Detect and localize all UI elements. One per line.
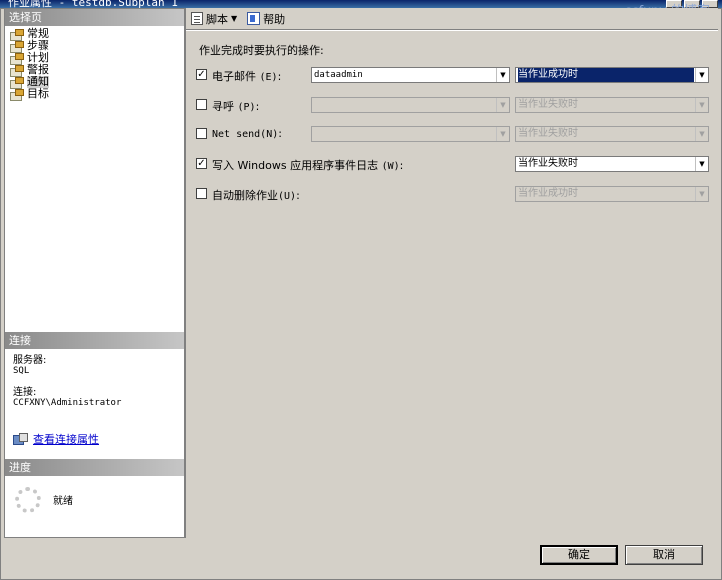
server-value: SQL <box>13 366 30 376</box>
page-icon <box>9 88 24 101</box>
server-label: 服务器: <box>13 355 47 366</box>
chevron-down-icon[interactable]: ▼ <box>695 98 708 112</box>
cancel-button[interactable]: 取消 <box>625 545 703 565</box>
auto-delete-condition-value: 当作业成功时 <box>518 188 578 199</box>
connection-properties-icon <box>13 433 28 445</box>
page-icon <box>9 64 24 77</box>
view-connection-properties-label: 查看连接属性 <box>33 433 99 446</box>
help-icon <box>247 12 261 25</box>
ok-button[interactable]: 确定 <box>540 545 618 565</box>
event-log-label: 写入 Windows 应用程序事件日志 (W): <box>212 159 404 172</box>
help-label: 帮助 <box>263 12 286 26</box>
chevron-down-icon[interactable]: ▼ <box>496 98 509 112</box>
left-pane: 选择页 常规 步骤 计划 警报 通知 目标 连接 服务器: SQL 连接: CC… <box>4 8 185 538</box>
auto-delete-checkbox[interactable] <box>196 188 207 199</box>
auto-delete-label-text: 自动删除作业 <box>212 189 278 202</box>
toolbar: 脚本 ▼ 帮助 <box>186 8 718 30</box>
chevron-down-icon: ▼ <box>231 14 238 23</box>
email-hotkey: (E) <box>259 72 278 83</box>
page-icon <box>9 52 24 65</box>
page-item-label: 目标 <box>27 87 49 100</box>
progress-status: 就绪 <box>53 496 73 507</box>
pager-condition-select[interactable]: 当作业失败时 ▼ <box>515 97 709 113</box>
auto-delete-hotkey: (U) <box>278 191 297 202</box>
email-checkbox[interactable]: ✓ <box>196 69 207 80</box>
progress-spinner-icon <box>15 487 41 513</box>
email-condition-select[interactable]: 当作业成功时 ▼ <box>515 67 709 83</box>
email-operator-value: dataadmin <box>314 70 363 80</box>
window-title: 作业属性 - testdb.Subplan_1 <box>8 0 178 8</box>
email-label-text: 电子邮件 <box>212 70 256 83</box>
event-log-condition-value: 当作业失败时 <box>518 158 578 169</box>
net-send-checkbox[interactable] <box>196 128 207 139</box>
event-log-row: ✓ 写入 Windows 应用程序事件日志 (W): 当作业失败时 ▼ <box>196 156 716 172</box>
email-condition-value: 当作业成功时 <box>518 68 694 82</box>
script-button[interactable]: 脚本 ▼ <box>188 10 240 28</box>
net-send-row: Net send(N): ▼ 当作业失败时 ▼ <box>196 126 716 142</box>
title-bar: 作业属性 - testdb.Subplan_1 <box>0 0 722 8</box>
pager-operator-select[interactable]: ▼ <box>311 97 510 113</box>
page-icon <box>9 40 24 53</box>
connection-header: 连接 <box>5 332 184 349</box>
page-icon <box>9 28 24 41</box>
event-log-condition-select[interactable]: 当作业失败时 ▼ <box>515 156 709 172</box>
progress-header: 进度 <box>5 459 184 476</box>
page-item-targets[interactable]: 目标 <box>9 87 184 101</box>
pager-hotkey: (P) <box>237 102 256 113</box>
pager-condition-value: 当作业失败时 <box>518 99 578 110</box>
chevron-down-icon[interactable]: ▼ <box>695 157 708 171</box>
right-pane: 脚本 ▼ 帮助 作业完成时要执行的操作: ✓ 电子邮件 (E): dataadm… <box>185 8 718 538</box>
email-operator-select[interactable]: dataadmin ▼ <box>311 67 510 83</box>
connection-info: 服务器: SQL 连接: CCFXNY\Administrator <box>13 355 121 409</box>
pager-row: 寻呼 (P): ▼ 当作业失败时 ▼ <box>196 97 716 113</box>
page-icon <box>9 76 24 89</box>
script-icon <box>191 12 203 25</box>
pages-header: 选择页 <box>5 9 184 26</box>
chevron-down-icon[interactable]: ▼ <box>695 68 708 82</box>
net-send-condition-value: 当作业失败时 <box>518 128 578 139</box>
auto-delete-label: 自动删除作业(U): <box>212 189 300 202</box>
auto-delete-condition-select[interactable]: 当作业成功时 ▼ <box>515 186 709 202</box>
net-send-hotkey: (N) <box>260 129 279 140</box>
net-send-operator-select[interactable]: ▼ <box>311 126 510 142</box>
page-list: 常规 步骤 计划 警报 通知 目标 <box>5 26 184 101</box>
event-log-hotkey: (W) <box>381 161 400 172</box>
event-log-label-text: 写入 Windows 应用程序事件日志 <box>212 159 379 172</box>
connection-label: 连接: <box>13 387 37 398</box>
net-send-label-text: Net send <box>212 129 261 140</box>
email-label: 电子邮件 (E): <box>212 70 282 83</box>
chevron-down-icon[interactable]: ▼ <box>496 68 509 82</box>
chevron-down-icon[interactable]: ▼ <box>496 127 509 141</box>
pager-label-text: 寻呼 <box>212 100 234 113</box>
chevron-down-icon[interactable]: ▼ <box>695 187 708 201</box>
chevron-down-icon[interactable]: ▼ <box>695 127 708 141</box>
pager-label: 寻呼 (P): <box>212 100 260 113</box>
net-send-condition-select[interactable]: 当作业失败时 ▼ <box>515 126 709 142</box>
help-button[interactable]: 帮助 <box>244 10 288 28</box>
net-send-label: Net send(N): <box>212 127 282 140</box>
connection-value: CCFXNY\Administrator <box>13 398 122 408</box>
email-row: ✓ 电子邮件 (E): dataadmin ▼ 当作业成功时 ▼ <box>196 67 716 83</box>
view-connection-properties-link[interactable]: 查看连接属性 <box>13 431 99 447</box>
pager-checkbox[interactable] <box>196 99 207 110</box>
section-title: 作业完成时要执行的操作: <box>199 44 324 57</box>
auto-delete-row: 自动删除作业(U): 当作业成功时 ▼ <box>196 186 716 202</box>
script-label: 脚本 <box>206 12 228 26</box>
event-log-checkbox[interactable]: ✓ <box>196 158 207 169</box>
